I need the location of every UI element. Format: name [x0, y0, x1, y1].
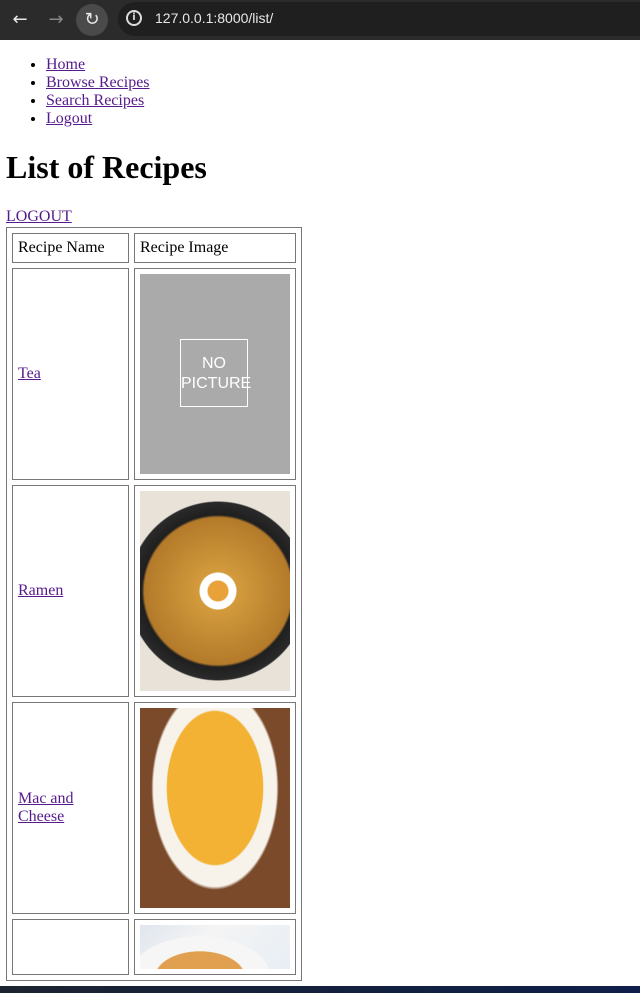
table-row: Mac and Cheese [12, 702, 296, 914]
table-row [12, 919, 296, 975]
recipe-name-cell: Mac and Cheese [12, 702, 129, 914]
url-text[interactable]: 127.0.0.1:8000/list/ [155, 10, 273, 26]
recipe-name-cell: Tea [12, 268, 129, 480]
info-icon[interactable]: i [126, 10, 142, 26]
table-row: Ramen [12, 485, 296, 697]
recipe-image-cell [134, 919, 296, 975]
forward-arrow-icon[interactable]: → [40, 4, 72, 36]
recipe-image [140, 925, 290, 969]
os-taskbar [0, 986, 640, 993]
address-bar[interactable]: i 127.0.0.1:8000/list/ [118, 2, 640, 36]
page-content: Home Browse Recipes Search Recipes Logou… [0, 40, 640, 981]
no-picture-label: NO PICTURE [180, 339, 251, 407]
recipe-link-tea[interactable]: Tea [18, 365, 41, 382]
column-header-name: Recipe Name [12, 233, 129, 263]
table-header-row: Recipe Name Recipe Image [12, 233, 296, 263]
recipes-table: Recipe Name Recipe Image Tea NO PICTURE … [6, 227, 302, 981]
recipe-link-mac-and-cheese[interactable]: Mac and Cheese [18, 790, 74, 825]
browser-toolbar: ← → ↻ i 127.0.0.1:8000/list/ [0, 0, 640, 40]
nav-item: Search Recipes [46, 92, 640, 110]
nav-link-browse-recipes[interactable]: Browse Recipes [46, 74, 150, 91]
nav-list: Home Browse Recipes Search Recipes Logou… [0, 56, 640, 128]
no-picture-image: NO PICTURE [140, 274, 290, 474]
recipe-image-cell [134, 485, 296, 697]
ramen-image [140, 491, 290, 691]
nav-item: Browse Recipes [46, 74, 640, 92]
column-header-image: Recipe Image [134, 233, 296, 263]
nav-item: Home [46, 56, 640, 74]
back-arrow-icon[interactable]: ← [4, 4, 36, 36]
mac-and-cheese-image [140, 708, 290, 908]
nav-link-logout[interactable]: Logout [46, 110, 92, 127]
reload-icon[interactable]: ↻ [76, 4, 108, 36]
logout-link[interactable]: LOGOUT [6, 208, 72, 226]
recipe-name-cell [12, 919, 129, 975]
nav-item: Logout [46, 110, 640, 128]
nav-link-home[interactable]: Home [46, 56, 85, 73]
page-title: List of Recipes [6, 149, 207, 185]
recipe-link-ramen[interactable]: Ramen [18, 582, 63, 599]
recipe-name-cell: Ramen [12, 485, 129, 697]
table-row: Tea NO PICTURE [12, 268, 296, 480]
nav-link-search-recipes[interactable]: Search Recipes [46, 92, 144, 109]
recipe-image-cell [134, 702, 296, 914]
recipe-image-cell: NO PICTURE [134, 268, 296, 480]
